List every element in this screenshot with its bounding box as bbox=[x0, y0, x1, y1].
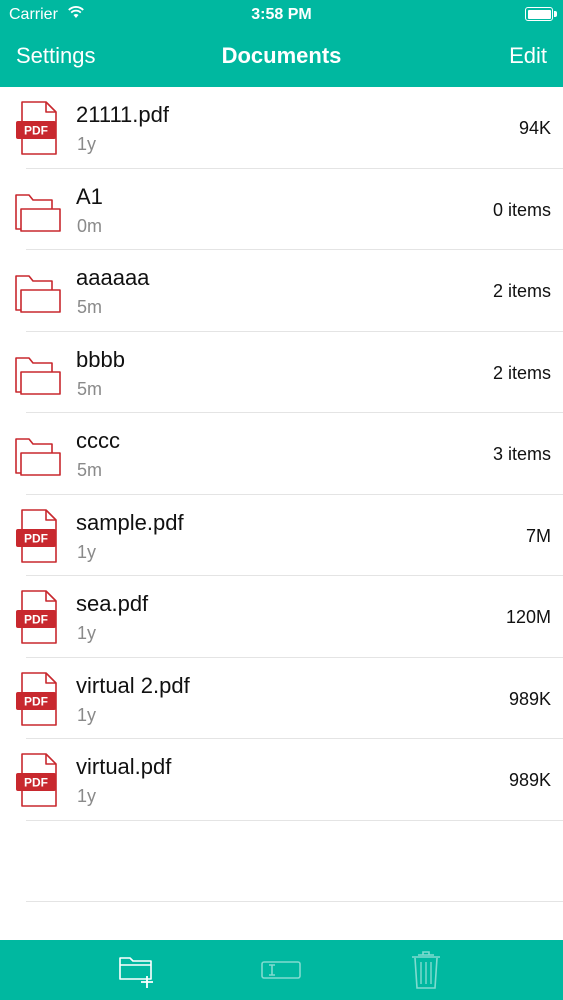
divider bbox=[26, 901, 563, 902]
bottom-toolbar bbox=[0, 940, 563, 1000]
top-bar: Carrier 3:58 PM Settings Documents Edit bbox=[0, 0, 563, 87]
item-name: bbbb bbox=[76, 346, 125, 372]
item-name: 21111.pdf bbox=[76, 102, 169, 127]
folder-icon bbox=[14, 264, 64, 318]
list-item[interactable]: PDF sample.pdf 1y 7M bbox=[0, 495, 563, 577]
list-item[interactable]: cccc 5m 3 items bbox=[0, 413, 563, 495]
item-name: sample.pdf bbox=[76, 509, 184, 535]
folder-icon bbox=[14, 183, 64, 237]
pdf-badge-text: PDF bbox=[24, 531, 48, 545]
item-size: 2 items bbox=[492, 281, 551, 301]
item-size: 94K bbox=[518, 118, 551, 138]
item-size: 989K bbox=[508, 770, 551, 790]
status-bar: Carrier 3:58 PM bbox=[0, 0, 563, 30]
item-age: 5m bbox=[77, 460, 103, 480]
pdf-badge-text: PDF bbox=[24, 694, 48, 708]
item-name: sea.pdf bbox=[76, 591, 149, 616]
pdf-file-icon: PDF bbox=[14, 101, 64, 155]
item-age: 1y bbox=[77, 786, 97, 806]
item-age: 1y bbox=[77, 704, 97, 725]
item-size: 120M bbox=[505, 607, 551, 627]
folder-icon bbox=[14, 427, 64, 481]
pdf-badge-text: PDF bbox=[24, 613, 48, 627]
list-item[interactable]: PDF virtual 2.pdf 1y 989K bbox=[0, 658, 563, 740]
folder-icon bbox=[14, 346, 64, 400]
page-title: Documents bbox=[221, 43, 342, 68]
item-name: virtual.pdf bbox=[76, 754, 172, 779]
list-item[interactable]: aaaaaa 5m 2 items bbox=[0, 250, 563, 332]
pdf-badge-text: PDF bbox=[24, 124, 48, 138]
list-item[interactable]: PDF sea.pdf 1y 120M bbox=[0, 576, 563, 658]
new-folder-icon[interactable] bbox=[115, 950, 159, 990]
list-item[interactable]: bbbb 5m 2 items bbox=[0, 332, 563, 414]
item-name: A1 bbox=[76, 183, 103, 209]
item-size: 3 items bbox=[492, 444, 551, 464]
item-age: 1y bbox=[77, 623, 97, 643]
item-size: 989K bbox=[508, 688, 551, 709]
pdf-file-icon: PDF bbox=[14, 753, 64, 807]
list-item[interactable]: PDF virtual.pdf 1y 989K bbox=[0, 739, 563, 821]
item-age: 1y bbox=[77, 541, 97, 562]
item-age: 5m bbox=[77, 378, 103, 399]
pdf-file-icon: PDF bbox=[14, 590, 64, 644]
item-name: virtual 2.pdf bbox=[76, 672, 190, 698]
pdf-file-icon: PDF bbox=[14, 508, 64, 563]
item-age: 1y bbox=[77, 134, 97, 154]
rename-icon[interactable] bbox=[259, 950, 303, 990]
item-size: 0 items bbox=[492, 199, 551, 220]
item-age: 5m bbox=[77, 297, 103, 317]
clock: 3:58 PM bbox=[251, 6, 312, 23]
document-list: PDF 21111.pdf 1y 94K A1 0m 0 items aaaaa… bbox=[0, 87, 563, 821]
edit-button[interactable]: Edit bbox=[509, 43, 547, 69]
item-name: aaaaaa bbox=[76, 265, 150, 290]
list-item[interactable]: PDF 21111.pdf 1y 94K bbox=[0, 87, 563, 169]
item-age: 0m bbox=[77, 215, 103, 236]
battery-icon bbox=[525, 7, 557, 21]
trash-icon[interactable] bbox=[404, 950, 448, 990]
navigation-bar: Settings Documents Edit bbox=[0, 30, 563, 87]
pdf-file-icon: PDF bbox=[14, 671, 64, 726]
item-size: 7M bbox=[525, 525, 551, 546]
item-size: 2 items bbox=[492, 362, 551, 383]
list-item[interactable]: A1 0m 0 items bbox=[0, 169, 563, 251]
item-name: cccc bbox=[76, 428, 120, 453]
pdf-badge-text: PDF bbox=[24, 776, 48, 790]
